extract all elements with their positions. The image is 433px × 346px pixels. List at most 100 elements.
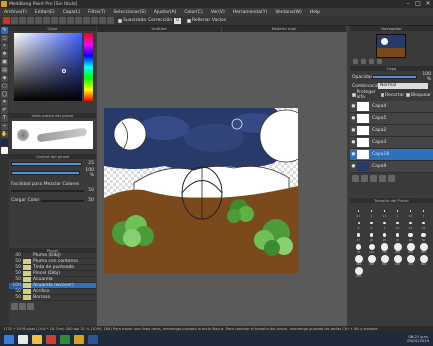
duplicate-layer-icon[interactable] [361, 175, 368, 182]
layer-row-active[interactable]: ● Capa18 [350, 149, 433, 161]
menu-view[interactable]: Ver(V) [211, 10, 225, 15]
chrome-icon[interactable] [46, 334, 56, 344]
menu-color[interactable]: Color(C) [184, 10, 202, 15]
layer-opacity-slider[interactable] [372, 75, 417, 79]
menu-edit[interactable]: Editar(E) [35, 10, 55, 15]
select-tool-icon[interactable]: ▢ [1, 83, 8, 90]
brush-size-option[interactable]: 100 [365, 242, 378, 254]
menu-help[interactable]: Help [310, 10, 320, 15]
protect-alpha-checkbox[interactable] [352, 93, 356, 97]
brush-size-option[interactable]: 7 [378, 218, 391, 230]
zoom-out-icon[interactable] [361, 59, 366, 64]
snap-off-icon[interactable] [51, 17, 58, 24]
tab-untitled[interactable]: Untitled [97, 26, 222, 32]
blend-colors-slider[interactable] [11, 189, 84, 192]
brush-size-option[interactable]: 30 [391, 230, 404, 242]
add-brush-icon[interactable] [11, 303, 18, 310]
delete-brush-icon[interactable] [19, 303, 26, 310]
brush-size-option[interactable]: 150 [378, 242, 391, 254]
layer-row[interactable]: ● Capa2 [350, 125, 433, 137]
visibility-eye-icon[interactable]: ● [350, 152, 357, 157]
maximize-button[interactable]: □ [413, 0, 423, 8]
text-tool-icon[interactable]: T [1, 115, 8, 122]
merge-layer-icon[interactable] [379, 175, 386, 182]
snap-cross-icon[interactable] [67, 17, 74, 24]
brush-size-option[interactable]: 12 [404, 218, 417, 230]
undo-icon[interactable] [35, 17, 42, 24]
brush-size-option[interactable]: 70 [352, 242, 365, 254]
navigator-thumbnail[interactable] [376, 34, 406, 58]
menu-tool[interactable]: Herramienta(Y) [233, 10, 268, 15]
brush-size-option[interactable]: 0.7 [352, 206, 365, 218]
layer-row[interactable]: ● Capa5 [350, 113, 433, 125]
eraser-tool-icon[interactable]: ◻ [1, 35, 8, 42]
color-picker-cursor[interactable] [62, 69, 66, 73]
brush-size-option[interactable]: 350 [352, 254, 365, 266]
brush-size-option[interactable]: 40 [404, 230, 417, 242]
snap-settings-icon[interactable] [107, 17, 114, 24]
brush-size-option[interactable]: 200 [391, 242, 404, 254]
delete-layer-icon[interactable] [388, 175, 395, 182]
menu-layer[interactable]: Capa(L) [63, 10, 81, 15]
eyedropper-icon[interactable]: ⌁ [1, 123, 8, 130]
record-icon[interactable] [3, 17, 10, 24]
taskbar-clock[interactable]: 08:21 p.m. 05/01/2019 [407, 334, 429, 344]
redo-icon[interactable] [43, 17, 50, 24]
load-color-slider[interactable] [41, 199, 84, 202]
brush-size-option[interactable]: 17 [352, 230, 365, 242]
color-saturation-value-picker[interactable] [14, 33, 82, 101]
dot-tool-icon[interactable]: • [1, 43, 8, 50]
file-explorer-icon[interactable] [32, 334, 42, 344]
menu-adjust[interactable]: Ajustar(A) [154, 10, 177, 15]
open-file-icon[interactable] [19, 17, 26, 24]
brush-size-option[interactable]: 50 [417, 230, 430, 242]
brush-size-option[interactable]: 500 [378, 254, 391, 266]
hand-tool-icon[interactable]: ✋ [1, 131, 8, 138]
snap-radial-icon[interactable] [83, 17, 90, 24]
brush-size-option[interactable]: 15 [417, 218, 430, 230]
brush-size-option[interactable]: 5 [365, 218, 378, 230]
rotate-icon[interactable] [377, 59, 382, 64]
brush-size-option[interactable]: 250 [404, 242, 417, 254]
correction-select[interactable]: 0 [174, 17, 181, 24]
visibility-eye-icon[interactable]: ● [350, 104, 357, 109]
layer-row[interactable]: ● Capa3 [350, 137, 433, 149]
snap-vanishing-icon[interactable] [75, 17, 82, 24]
layer-row[interactable]: ● Capa4 [350, 101, 433, 113]
brush-size-option[interactable]: 300 [417, 242, 430, 254]
snap-curve-icon[interactable] [99, 17, 106, 24]
brush-size-option[interactable]: 25 [378, 230, 391, 242]
medibang-taskbar-icon[interactable] [74, 334, 84, 344]
antialias-checkbox[interactable] [118, 18, 122, 23]
save-icon[interactable] [27, 17, 34, 24]
add-layer-icon[interactable] [352, 175, 359, 182]
background-color-swatch[interactable] [1, 147, 8, 154]
visibility-eye-icon[interactable]: ● [350, 128, 357, 133]
minimize-button[interactable]: – [403, 0, 413, 8]
bucket-tool-icon[interactable]: ◈ [1, 75, 8, 82]
brush-size-option[interactable]: 1 [365, 206, 378, 218]
brush-size-option[interactable]: 800 [417, 254, 430, 266]
brush-size-option[interactable]: 400 [365, 254, 378, 266]
foreground-color-swatch[interactable] [1, 139, 8, 146]
tab-misterio[interactable]: Misterio mph [222, 26, 347, 32]
brush-size-option[interactable]: 20 [365, 230, 378, 242]
brush-size-option[interactable]: 3 [417, 206, 430, 218]
folder-icon[interactable] [370, 175, 377, 182]
menu-select[interactable]: Seleccionar(S) [113, 10, 145, 15]
visibility-eye-icon[interactable]: ● [350, 140, 357, 145]
visibility-eye-icon[interactable]: ● [350, 116, 357, 121]
menu-window[interactable]: Ventana(W) [275, 10, 301, 15]
brush-size-option[interactable]: 2.5 [404, 206, 417, 218]
layer-row[interactable]: ● Capa9 [350, 161, 433, 173]
brush-opacity-slider[interactable] [11, 171, 80, 175]
brush-size-slider[interactable] [11, 161, 82, 166]
lasso-tool-icon[interactable]: ◯ [1, 91, 8, 98]
fill-tool-icon[interactable]: ▣ [1, 59, 8, 66]
new-file-icon[interactable] [11, 17, 18, 24]
snap-circle-icon[interactable] [91, 17, 98, 24]
snap-parallel-icon[interactable] [59, 17, 66, 24]
brush-size-option[interactable]: 700 [404, 254, 417, 266]
gradient-tool-icon[interactable]: ▤ [1, 67, 8, 74]
hue-slider[interactable] [84, 33, 93, 101]
